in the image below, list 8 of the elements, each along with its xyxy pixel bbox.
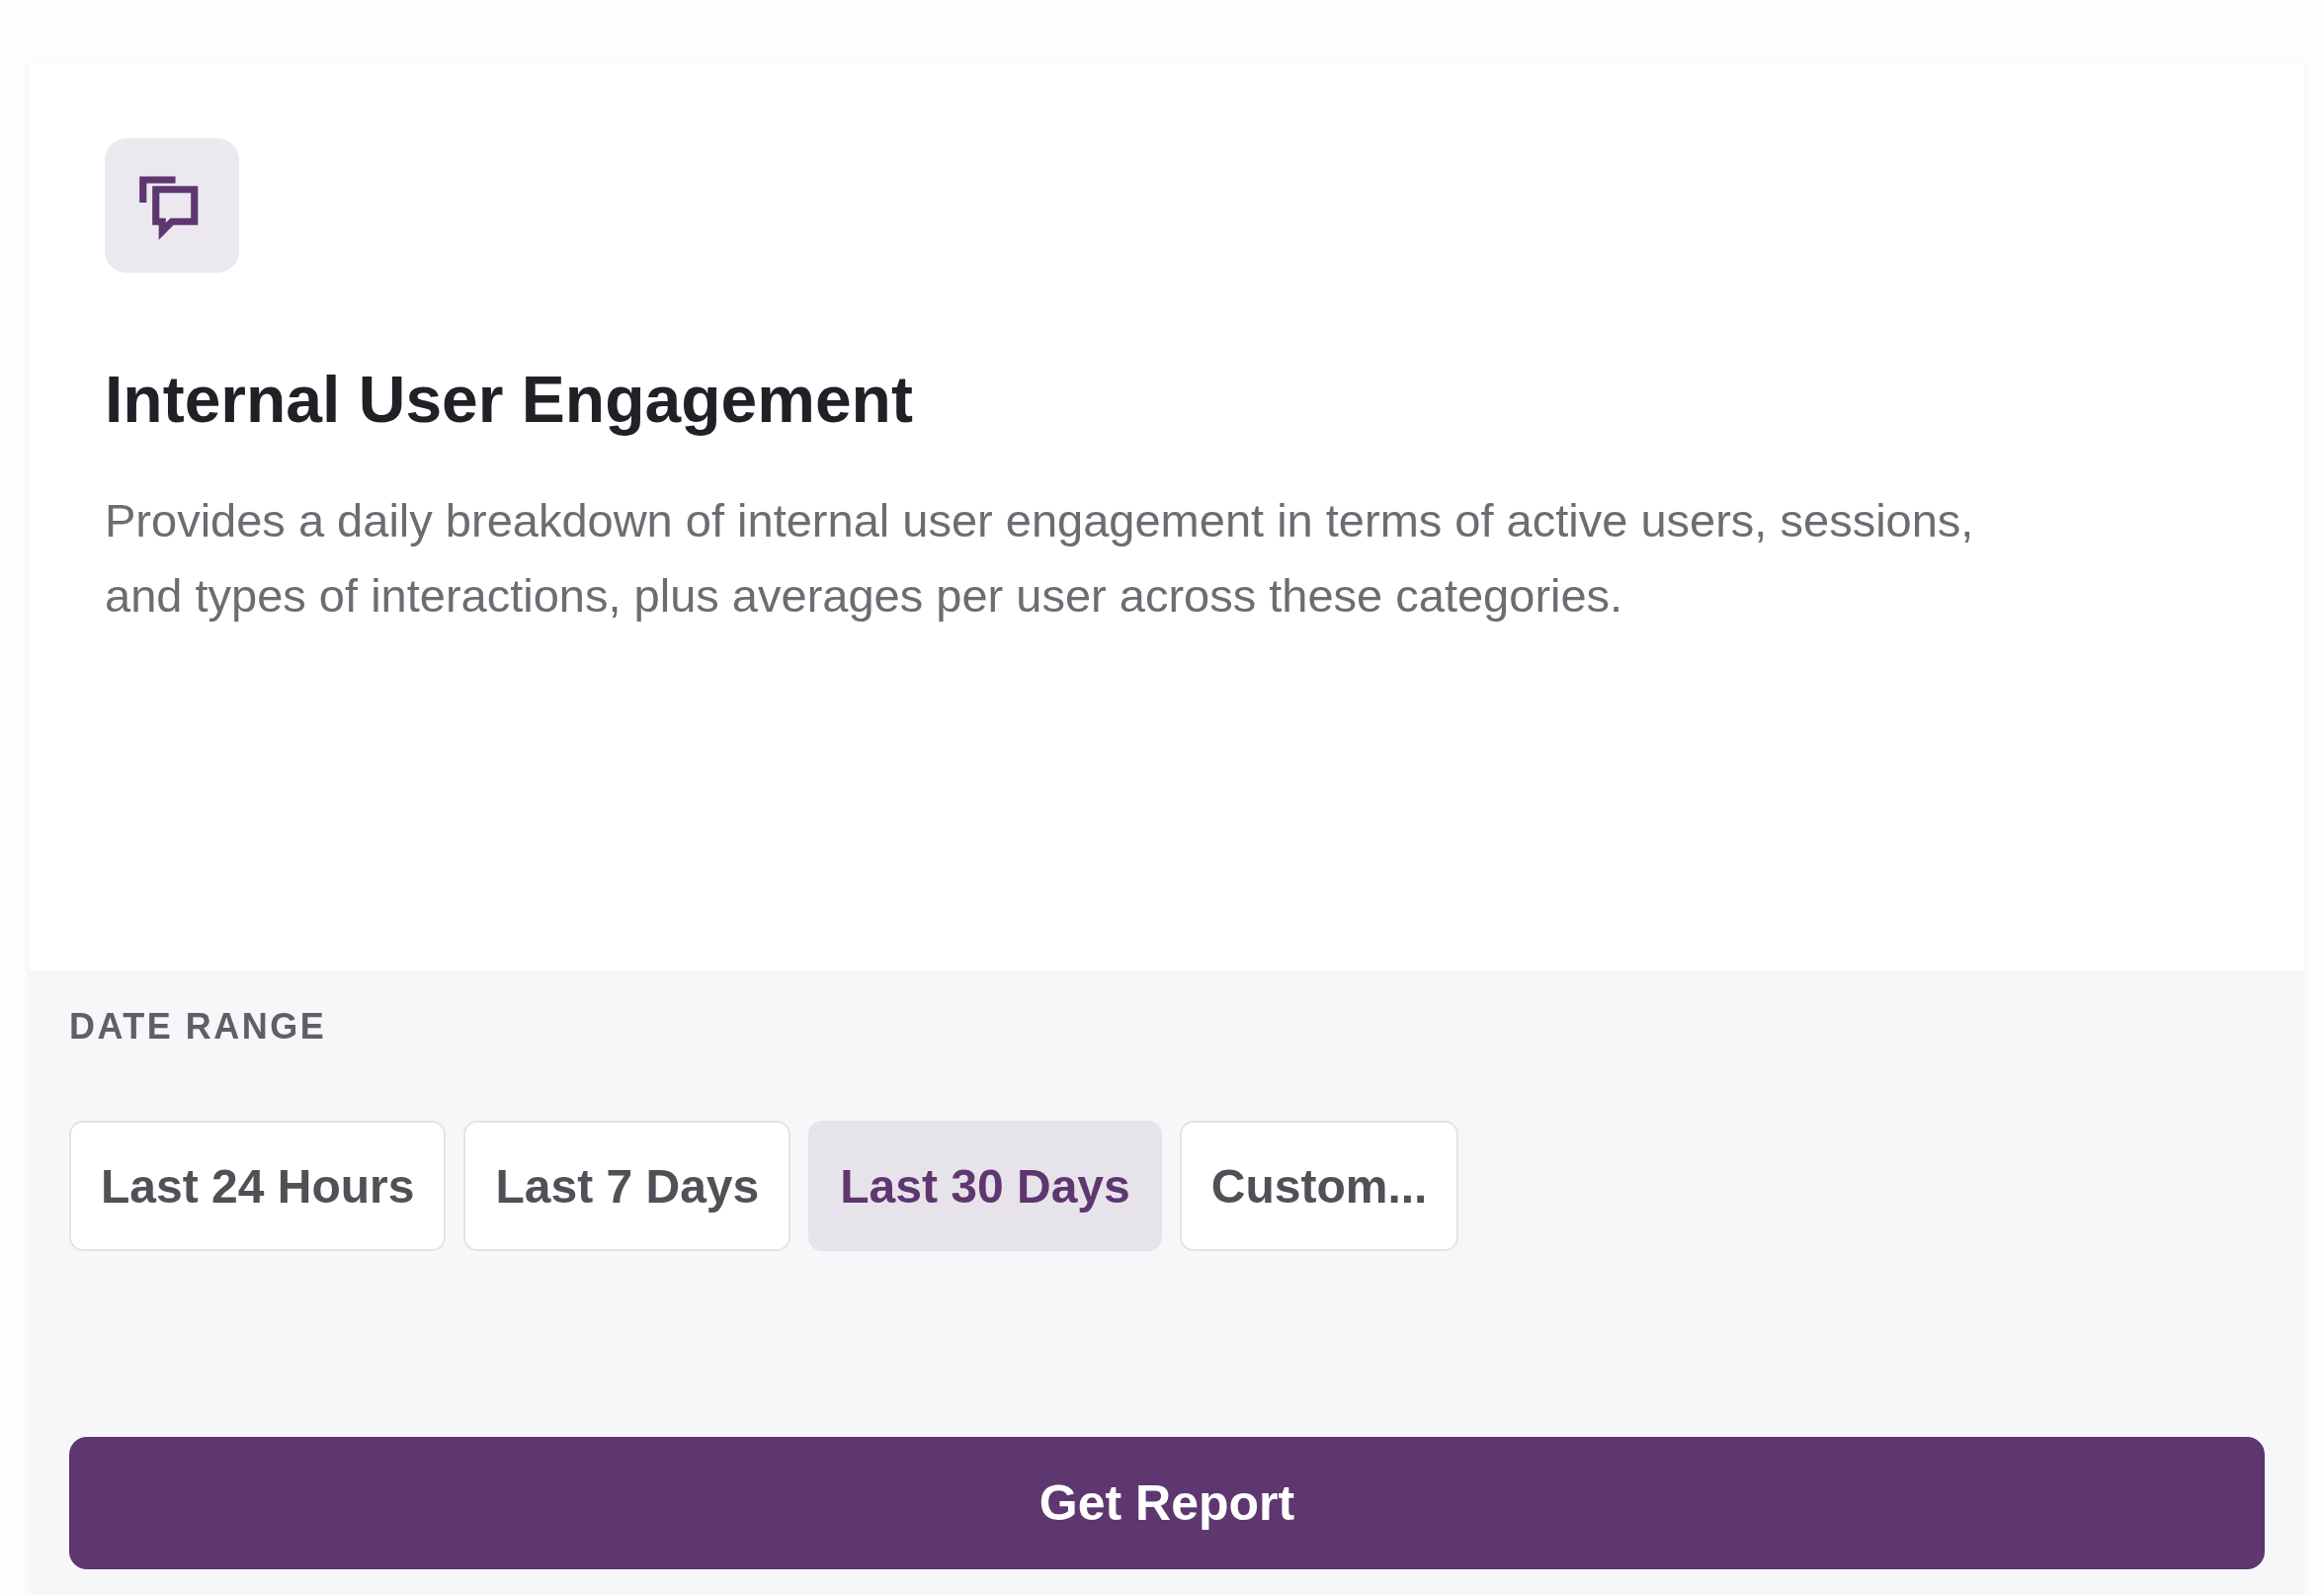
card-description: Provides a daily breakdown of internal user engagement in terms of active users, sessions, and types of interactions, plus averages per user across these categories. [105, 492, 1975, 624]
date-range-option[interactable]: Last 30 Days [808, 1121, 1162, 1251]
section-label: DATE RANGE [69, 1006, 328, 1048]
date-range-option[interactable]: Custom... [1179, 1121, 1459, 1251]
date-range-option[interactable]: Last 24 Hours [69, 1121, 447, 1251]
get-report-button[interactable]: Get Report [69, 1437, 2265, 1569]
card-title: Internal User Engagement [105, 364, 914, 436]
date-range-option[interactable]: Last 7 Days [463, 1121, 791, 1251]
